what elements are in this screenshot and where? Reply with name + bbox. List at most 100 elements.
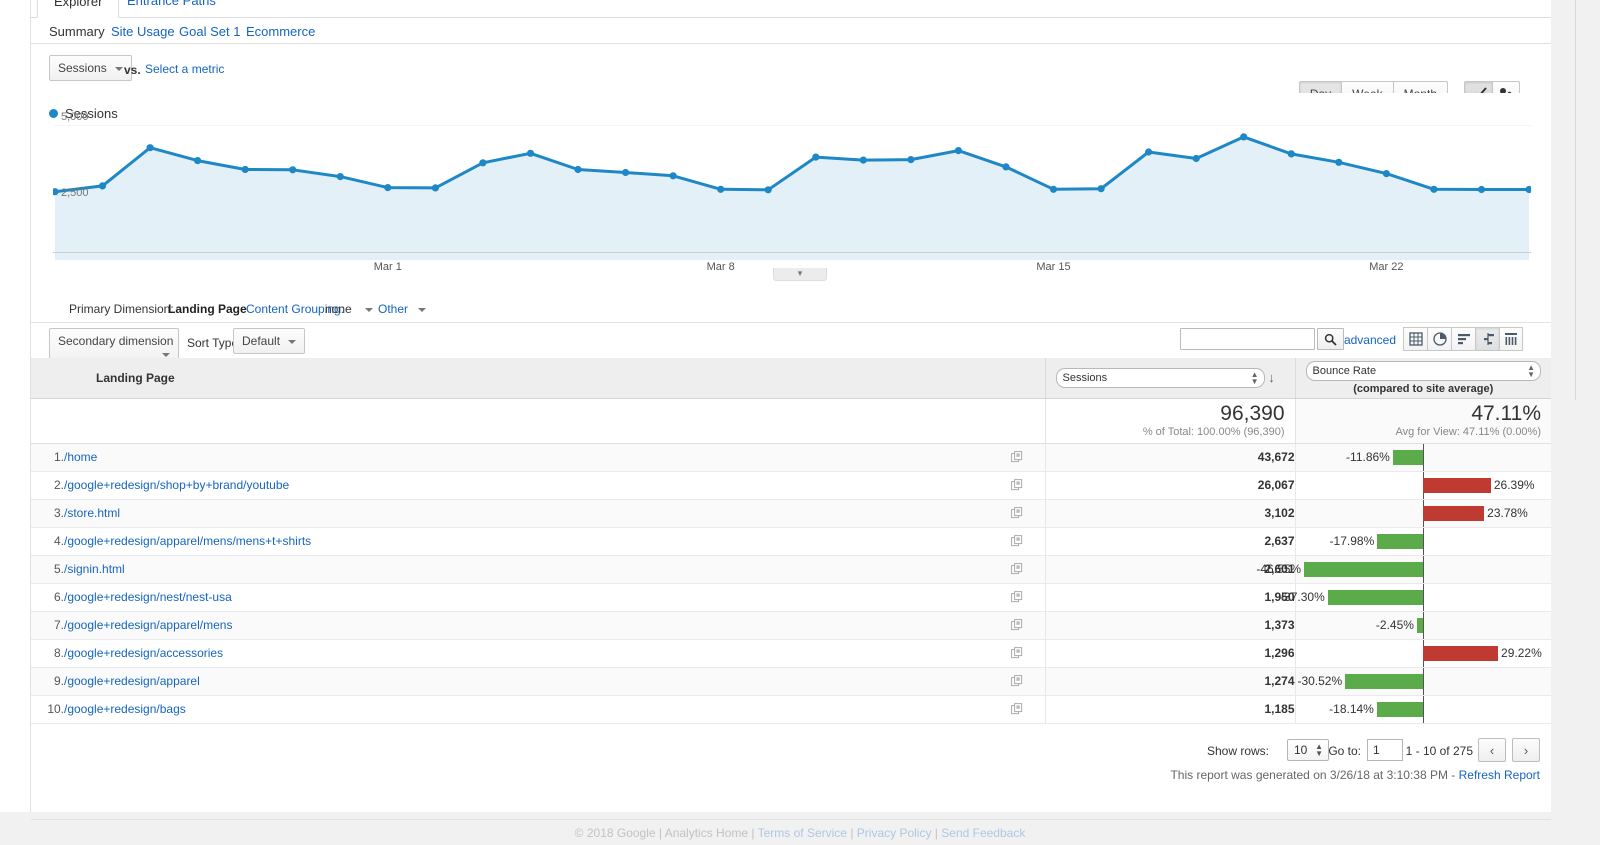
select-a-metric-link[interactable]: Select a metric: [145, 62, 224, 76]
rows-per-page-select[interactable]: 10: [1287, 739, 1329, 761]
pivot-view-icon[interactable]: [1499, 327, 1523, 351]
table-totals-row: 96,390 % of Total: 100.00% (96,390) 47.1…: [31, 398, 1551, 444]
landing-page-link[interactable]: /google+redesign/apparel: [64, 674, 200, 688]
footer-privacy-link[interactable]: Privacy Policy: [857, 826, 932, 840]
comparison-glyph: [1483, 333, 1494, 345]
x-axis-tick: Mar 22: [1369, 261, 1404, 273]
landing-page-link[interactable]: /signin.html: [64, 562, 125, 576]
goto-page-input[interactable]: [1367, 739, 1403, 761]
tab-entrance-paths[interactable]: Entrance Paths: [111, 0, 232, 18]
totals-index-cell: [31, 398, 64, 444]
open-in-new-window-icon[interactable]: [1011, 703, 1045, 715]
pie-chart-view-icon[interactable]: [1427, 327, 1451, 351]
sort-type-button[interactable]: Default: [233, 328, 306, 354]
sessions-chart: Sessions 5,000 2,500 Mar 1 Mar 8 Mar 15 Mar…: [31, 93, 1551, 293]
landing-page-link[interactable]: /store.html: [64, 506, 120, 520]
other-dimension-label[interactable]: Other: [378, 302, 408, 316]
previous-page-icon[interactable]: ‹: [1478, 738, 1506, 762]
subnav-summary[interactable]: Summary: [49, 19, 105, 44]
content-grouping-caret-icon[interactable]: [357, 302, 373, 316]
chart-expander-toggle[interactable]: ▾: [773, 268, 827, 281]
row-sessions-value: 2,637: [1045, 527, 1296, 556]
sort-descending-icon[interactable]: ↓: [1265, 370, 1279, 385]
secondary-dimension-label: Secondary dimension: [58, 334, 174, 348]
row-landing-page-cell: /google+redesign/apparel/mens/mens+t+shi…: [64, 527, 1011, 556]
row-bounce-rate-cell: -11.86%: [1295, 443, 1551, 472]
primary-dimension-label: Primary Dimension:: [69, 302, 174, 316]
open-in-new-window-icon[interactable]: [1011, 507, 1045, 519]
next-page-icon[interactable]: ›: [1512, 738, 1540, 762]
content-grouping-value[interactable]: none: [325, 302, 352, 316]
footer-feedback-link[interactable]: Send Feedback: [941, 826, 1025, 840]
subnav-goal-set-1[interactable]: Goal Set 1: [179, 19, 240, 44]
performance-view-icon[interactable]: [1451, 327, 1475, 351]
row-open-in-new-window-cell: [1011, 667, 1046, 696]
landing-page-link[interactable]: /home: [64, 450, 97, 464]
report-generated-text: This report was generated on 3/26/18 at …: [1170, 768, 1459, 782]
primary-dimension-value[interactable]: Landing Page: [168, 302, 247, 316]
row-landing-page-cell: /google+redesign/apparel: [64, 667, 1011, 696]
header-metric-cell: Sessions ▲ ▼ ↓: [1045, 358, 1296, 399]
pagination-range-text: 1 - 10 of 275: [1405, 744, 1473, 758]
open-in-new-window-icon[interactable]: [1011, 647, 1045, 659]
search-input[interactable]: [1180, 328, 1315, 350]
advanced-search-link[interactable]: advanced: [1344, 333, 1396, 347]
landing-page-link[interactable]: /google+redesign/nest/nest-usa: [64, 590, 232, 604]
row-open-in-new-window-cell: [1011, 639, 1046, 668]
search-icon[interactable]: [1317, 328, 1344, 350]
primary-metric-label: Sessions: [58, 61, 107, 75]
comparison-view-icon[interactable]: [1475, 327, 1499, 351]
row-sessions-value: 1,373: [1045, 611, 1296, 640]
tab-explorer[interactable]: Explorer: [37, 0, 120, 18]
row-index: 4.: [31, 527, 64, 556]
table-row: 9. /google+redesign/apparel 1,274 -30.52…: [31, 667, 1551, 696]
row-index: 1.: [31, 443, 64, 472]
open-in-new-window-icon[interactable]: [1011, 675, 1045, 687]
landing-page-link[interactable]: /google+redesign/apparel/mens/mens+t+shi…: [64, 534, 311, 548]
open-in-new-window-icon[interactable]: [1011, 619, 1045, 631]
right-divider: [1575, 0, 1576, 400]
row-landing-page-cell: /google+redesign/bags: [64, 695, 1011, 724]
pivot-glyph: [1505, 333, 1517, 345]
row-index: 10.: [31, 695, 64, 724]
totals-dimension-cell: [64, 398, 1046, 444]
open-in-new-window-icon[interactable]: [1011, 479, 1045, 491]
primary-metric-selector[interactable]: Sessions: [49, 55, 132, 81]
table-view-icon[interactable]: [1403, 327, 1427, 351]
table-row: 8. /google+redesign/accessories 1,296 29…: [31, 639, 1551, 668]
table-controls: Secondary dimension Sort Type: Default a…: [31, 324, 1551, 363]
bounce-bar-negative: [1377, 533, 1424, 549]
view-type-toggle-group: [1403, 327, 1523, 351]
open-in-new-window-icon[interactable]: [1011, 563, 1045, 575]
chevron-down-icon: [162, 353, 170, 357]
landing-page-link[interactable]: /google+redesign/apparel/mens: [64, 618, 232, 632]
landing-page-link[interactable]: /google+redesign/bags: [64, 702, 186, 716]
subnav-ecommerce[interactable]: Ecommerce: [246, 19, 315, 44]
table-header-row: Landing Page Sessions ▲ ▼ ↓ Bounce Rate …: [31, 358, 1551, 399]
refresh-report-link[interactable]: Refresh Report: [1459, 768, 1540, 782]
open-in-new-window-icon[interactable]: [1011, 451, 1045, 463]
row-bounce-rate-cell: 26.39%: [1295, 471, 1551, 500]
subnav-site-usage[interactable]: Site Usage: [111, 19, 175, 44]
row-landing-page-cell: /signin.html: [64, 555, 1011, 584]
landing-page-link[interactable]: /google+redesign/accessories: [64, 646, 223, 660]
bounce-zero-line: [1423, 695, 1425, 723]
bounce-zero-line: [1423, 555, 1425, 583]
header-dimension-label: Landing Page: [96, 370, 175, 385]
row-sessions-value: 1,296: [1045, 639, 1296, 668]
table-row: 1. /home 43,672 -11.86%: [31, 443, 1551, 472]
report-generated-line: This report was generated on 3/26/18 at …: [1170, 768, 1540, 782]
header-dimension-cell: Landing Page: [64, 358, 1046, 399]
bounce-zero-line: [1423, 527, 1425, 555]
other-caret-icon[interactable]: [410, 302, 426, 316]
open-in-new-window-icon[interactable]: [1011, 535, 1045, 547]
footer-terms-link[interactable]: Terms of Service: [758, 826, 847, 840]
bounce-label: 26.39%: [1493, 477, 1535, 492]
report-subnav: Summary Site Usage Goal Set 1 Ecommerce: [31, 19, 1551, 44]
totals-compare-sub: Avg for View: 47.11% (0.00%): [1395, 425, 1541, 438]
compare-metric-select[interactable]: Bounce Rate: [1305, 360, 1541, 381]
open-in-new-window-icon[interactable]: [1011, 591, 1045, 603]
metric-select[interactable]: Sessions: [1055, 367, 1265, 388]
row-sessions-value: 43,672: [1045, 443, 1296, 472]
landing-page-link[interactable]: /google+redesign/shop+by+brand/youtube: [64, 478, 289, 492]
